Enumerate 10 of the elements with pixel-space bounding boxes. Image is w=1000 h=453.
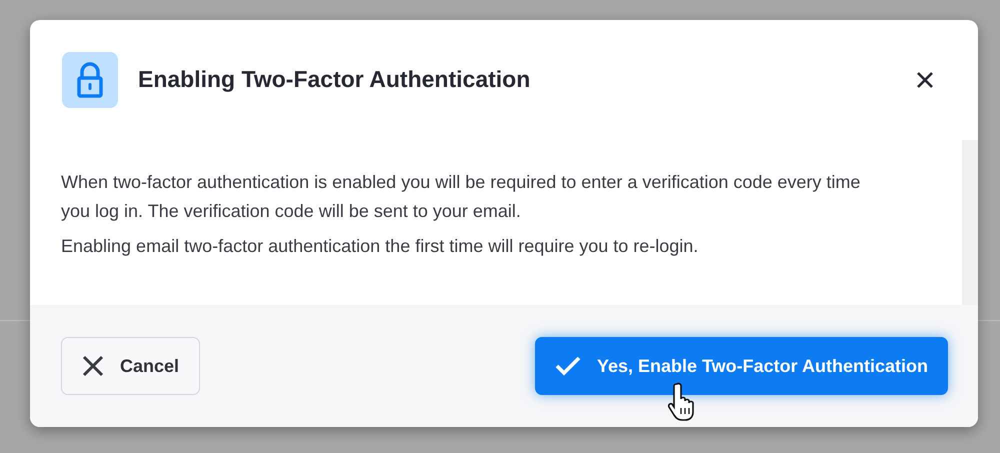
- scrollbar[interactable]: [962, 140, 978, 305]
- close-icon: [82, 355, 104, 377]
- dialog-title: Enabling Two-Factor Authentication: [138, 66, 530, 94]
- close-icon: [916, 70, 934, 89]
- body-paragraph: When two-factor authentication is enabled you will be required to enter a verification code every time you log in. The verification code will be sent to your email.: [61, 171, 862, 223]
- check-icon: [554, 356, 581, 376]
- lock-icon: [62, 52, 118, 108]
- body-paragraph: Enabling email two-factor authentication the first time will require you to re-login.: [61, 235, 700, 258]
- confirm-button[interactable]: Yes, Enable Two-Factor Authentication: [534, 337, 948, 395]
- cancel-button[interactable]: Cancel: [61, 337, 200, 395]
